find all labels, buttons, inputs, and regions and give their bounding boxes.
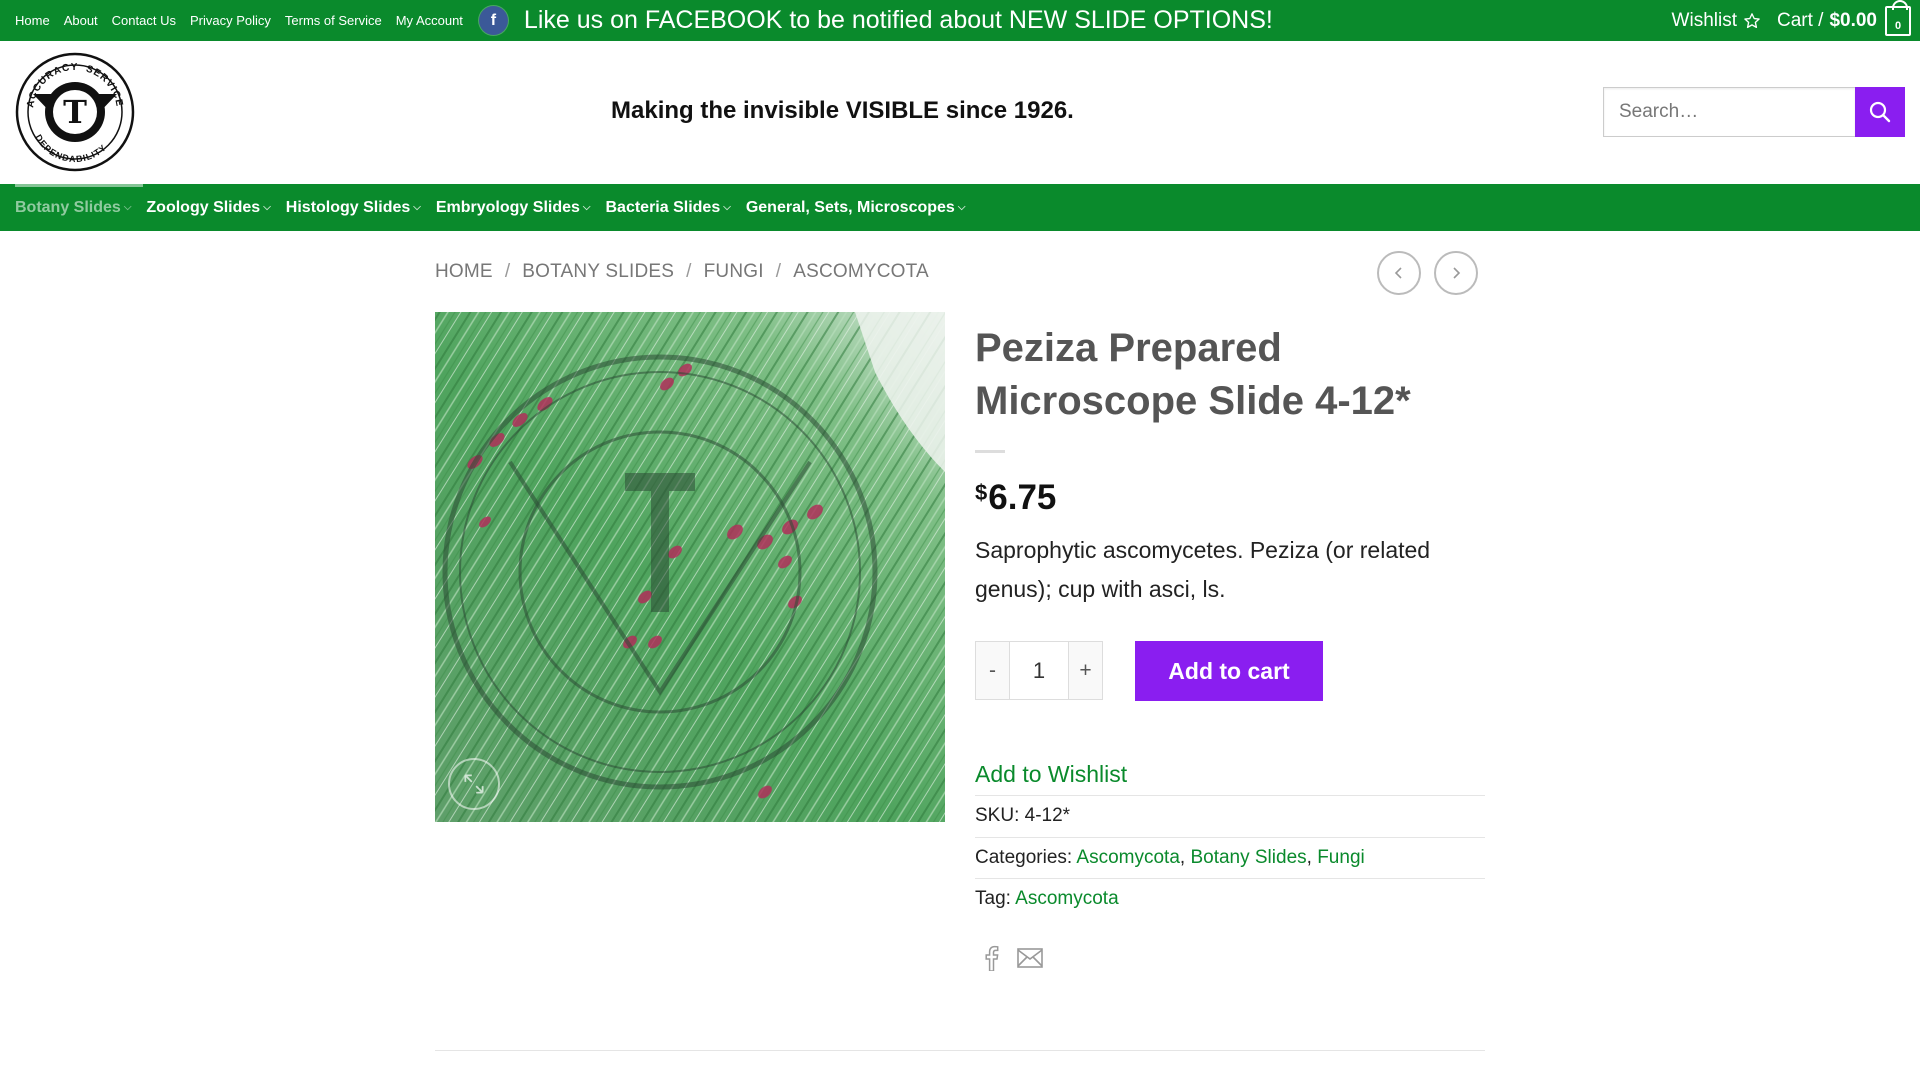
product-image[interactable]	[435, 312, 945, 822]
chevron-right-icon	[1453, 267, 1461, 279]
nav-label: Botany Slides	[15, 198, 121, 216]
previous-product-button[interactable]	[1377, 251, 1421, 295]
chevron-down-icon: ⌵	[957, 202, 966, 213]
cart-total: $0.00	[1829, 9, 1877, 31]
zoom-button[interactable]	[448, 758, 500, 810]
breadcrumb-ascomycota[interactable]: ASCOMYCOTA	[793, 261, 929, 283]
logo-letter: T	[63, 93, 87, 131]
search-icon	[1869, 101, 1891, 123]
category-link-ascomycota[interactable]: Ascomycota	[1076, 847, 1179, 868]
product-title: Peziza Prepared Microscope Slide 4-12*	[975, 326, 1411, 423]
price-amount: 6.75	[988, 478, 1057, 517]
category-link-botany-slides[interactable]: Botany Slides	[1190, 847, 1306, 868]
site-logo[interactable]: T ACCURACY SERVICE DEPENDABILITY	[15, 52, 135, 172]
nav-botany-slides[interactable]: Botany Slides ⌵	[15, 184, 144, 231]
sku-value: 4-12*	[1024, 805, 1071, 826]
nav-label: Histology Slides	[285, 198, 411, 216]
search-input[interactable]	[1603, 87, 1855, 137]
site-header: T ACCURACY SERVICE DEPENDABILITY Making …	[0, 41, 1920, 184]
cart-count: 0	[1894, 19, 1902, 32]
add-to-cart-button[interactable]: Add to cart	[1135, 641, 1323, 701]
nav-general-sets-microscopes[interactable]: General, Sets, Microscopes ⌵	[746, 184, 966, 231]
top-link-terms[interactable]: Terms of Service	[285, 13, 382, 28]
facebook-icon[interactable]: f	[478, 6, 508, 35]
search-button[interactable]	[1855, 87, 1905, 137]
tag-link-ascomycota[interactable]: Ascomycota	[1015, 888, 1118, 909]
top-link-account[interactable]: My Account	[396, 13, 463, 28]
email-share-icon[interactable]	[1017, 948, 1043, 968]
search-form	[1603, 87, 1905, 137]
add-to-wishlist-link[interactable]: Add to Wishlist	[975, 761, 1127, 788]
cart-bag-icon: 0	[1885, 0, 1911, 36]
facebook-share-icon[interactable]	[983, 945, 999, 971]
share-icons	[983, 945, 1061, 971]
title-divider	[975, 450, 1005, 453]
top-links: Home About Contact Us Privacy Policy Ter…	[15, 6, 508, 35]
wishlist-label: Wishlist	[1671, 9, 1737, 31]
nav-label: Zoology Slides	[146, 198, 261, 216]
breadcrumb-separator: /	[686, 261, 692, 282]
nav-bacteria-slides[interactable]: Bacteria Slides ⌵	[606, 184, 731, 231]
cart-label: Cart /	[1777, 9, 1824, 31]
nav-label: Bacteria Slides	[605, 198, 721, 216]
cart-link[interactable]: Cart / $0.00 0	[1777, 0, 1920, 36]
site-tagline: Making the invisible VISIBLE since 1926.	[611, 97, 1074, 124]
promo-text: Like us on FACEBOOK to be notified about…	[523, 6, 1273, 34]
top-link-contact[interactable]: Contact Us	[112, 13, 176, 28]
main-nav: Botany Slides ⌵ Zoology Slides ⌵ Histology…	[0, 184, 1920, 231]
content-divider	[435, 1050, 1485, 1051]
tag-label: Tag:	[975, 888, 1011, 909]
price-currency: $	[975, 480, 988, 505]
breadcrumb-fungi[interactable]: FUNGI	[704, 261, 764, 283]
micrograph-image	[435, 312, 945, 822]
chevron-down-icon: ⌵	[123, 202, 132, 213]
quantity-stepper: - 1 +	[975, 641, 1103, 700]
breadcrumb: HOME / BOTANY SLIDES / FUNGI / ASCOMYCOT…	[435, 261, 929, 283]
top-link-home[interactable]: Home	[15, 13, 50, 28]
quantity-minus-button[interactable]: -	[976, 642, 1009, 699]
sku-label: SKU:	[975, 805, 1020, 826]
nav-embryology-slides[interactable]: Embryology Slides ⌵	[436, 184, 591, 231]
nav-label: Embryology Slides	[435, 198, 580, 216]
nav-zoology-slides[interactable]: Zoology Slides ⌵	[146, 184, 270, 231]
categories-label: Categories:	[975, 847, 1073, 868]
top-bar: Home About Contact Us Privacy Policy Ter…	[0, 0, 1920, 41]
sku-row: SKU: 4-12*	[975, 795, 1485, 837]
chevron-down-icon: ⌵	[582, 202, 591, 213]
chevron-down-icon: ⌵	[263, 202, 271, 213]
breadcrumb-home[interactable]: HOME	[435, 261, 493, 283]
chevron-down-icon: ⌵	[413, 202, 421, 213]
breadcrumb-botany-slides[interactable]: BOTANY SLIDES	[522, 261, 674, 283]
product-price: $6.75	[975, 478, 1056, 518]
nav-label: General, Sets, Microscopes	[745, 198, 955, 216]
quantity-input[interactable]: 1	[1009, 642, 1069, 699]
top-link-about[interactable]: About	[64, 13, 98, 28]
chevron-left-icon	[1394, 267, 1402, 279]
zoom-icon	[464, 774, 484, 794]
nav-histology-slides[interactable]: Histology Slides ⌵	[286, 184, 421, 231]
product-description: Saprophytic ascomycetes. Peziza (or rela…	[975, 537, 1431, 602]
breadcrumb-separator: /	[775, 261, 782, 282]
wishlist-link[interactable]: Wishlist	[1672, 10, 1761, 32]
top-link-privacy[interactable]: Privacy Policy	[190, 13, 271, 28]
chevron-down-icon: ⌵	[723, 202, 731, 213]
star-icon	[1744, 12, 1760, 28]
tag-row: Tag: Ascomycota	[975, 878, 1485, 920]
categories-row: Categories: Ascomycota, Botany Slides, F…	[975, 837, 1485, 879]
next-product-button[interactable]	[1434, 251, 1478, 295]
category-link-fungi[interactable]: Fungi	[1317, 847, 1365, 868]
quantity-plus-button[interactable]: +	[1069, 642, 1102, 699]
breadcrumb-separator: /	[504, 261, 511, 282]
